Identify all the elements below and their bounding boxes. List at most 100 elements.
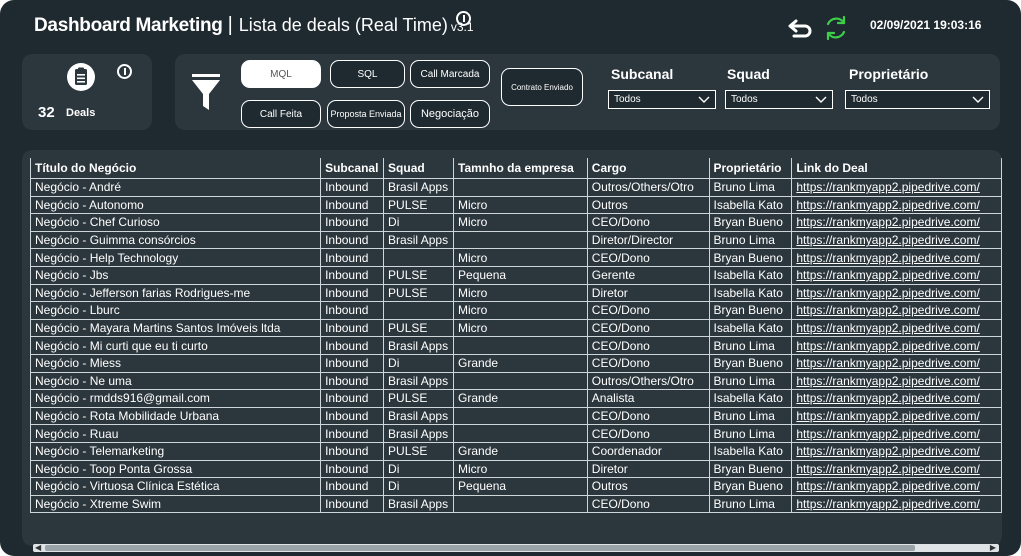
table-cell: PULSE [383, 441, 455, 460]
funnel-icon [192, 74, 220, 110]
deal-link[interactable]: https://rankmyapp2.pipedrive.com/ [791, 441, 1002, 460]
column-header[interactable]: Título do Negócio [29, 158, 322, 179]
table-cell [383, 248, 455, 267]
subcanal-label: Subcanal [611, 66, 674, 82]
table-cell: Bruno Lima [709, 336, 793, 355]
undo-arrow-icon[interactable] [788, 18, 814, 38]
deal-link[interactable]: https://rankmyapp2.pipedrive.com/ [791, 301, 1002, 320]
scrollbar-thumb[interactable] [45, 545, 915, 551]
column-header[interactable]: Squad [383, 158, 455, 179]
table-cell: Inbound [320, 406, 385, 425]
refresh-icon[interactable] [822, 14, 850, 42]
table-cell: Outros/Others/Otro [587, 371, 710, 390]
table-cell: PULSE [383, 283, 455, 302]
table-cell: Negócio - Xtreme Swim [29, 494, 322, 514]
deal-link[interactable]: https://rankmyapp2.pipedrive.com/ [791, 371, 1002, 390]
chevron-down-icon [698, 96, 710, 103]
deal-link[interactable]: https://rankmyapp2.pipedrive.com/ [791, 459, 1002, 478]
deal-link[interactable]: https://rankmyapp2.pipedrive.com/ [791, 336, 1002, 355]
title-separator: | [227, 14, 233, 36]
table-cell: Bryan Bueno [709, 477, 793, 496]
squad-label: Squad [727, 66, 770, 82]
table-row: Negócio - rmdds916@gmail.com Inbound PULSE… [29, 389, 1002, 408]
deal-link[interactable]: https://rankmyapp2.pipedrive.com/ [791, 318, 1002, 337]
deal-link[interactable]: https://rankmyapp2.pipedrive.com/ [791, 406, 1002, 425]
proprietario-value: Todos [851, 94, 878, 105]
deal-link[interactable]: https://rankmyapp2.pipedrive.com/ [791, 283, 1002, 302]
table-cell: PULSE [383, 195, 455, 214]
deal-link[interactable]: https://rankmyapp2.pipedrive.com/ [791, 213, 1002, 232]
table-cell: Analista [587, 389, 710, 408]
deal-link[interactable]: https://rankmyapp2.pipedrive.com/ [791, 494, 1002, 514]
table-cell: Bryan Bueno [709, 248, 793, 267]
deal-link[interactable]: https://rankmyapp2.pipedrive.com/ [791, 230, 1002, 249]
negociacao-button[interactable]: Negociação [410, 100, 490, 128]
table-cell [453, 230, 588, 249]
squad-dropdown[interactable]: Todos [725, 90, 833, 109]
table-cell: Brasil Apps [383, 406, 455, 425]
table-cell: Brasil Apps [383, 336, 455, 355]
horizontal-scrollbar[interactable]: ◀ ▶ [33, 543, 999, 552]
table-cell: Inbound [320, 389, 385, 408]
table-cell: Diretor [587, 459, 710, 478]
proprietario-dropdown[interactable]: Todos [845, 90, 990, 109]
deal-link[interactable]: https://rankmyapp2.pipedrive.com/ [791, 353, 1002, 373]
table-cell: Inbound [320, 230, 385, 249]
table-cell: Micro [453, 213, 588, 232]
table-cell: CEO/Dono [587, 353, 710, 373]
table-body: Negócio - André Inbound Brasil Apps Outros/… [29, 178, 1002, 514]
table-cell: Negócio - Ruau [29, 424, 322, 443]
table-cell: Isabella Kato [709, 195, 793, 214]
table-cell: CEO/Dono [587, 424, 710, 443]
sql-button[interactable]: SQL [330, 60, 405, 88]
table-cell: Negócio - Guimma consórcios [29, 230, 322, 249]
table-cell: Outros/Others/Otro [587, 178, 710, 197]
table-cell: Di [383, 477, 455, 496]
deal-link[interactable]: https://rankmyapp2.pipedrive.com/ [791, 389, 1002, 408]
proposta-enviada-button[interactable]: Proposta Enviada [327, 100, 405, 128]
table-cell: Brasil Apps [383, 178, 455, 197]
table-cell: Inbound [320, 301, 385, 320]
table-cell [453, 336, 588, 355]
table-cell: PULSE [383, 389, 455, 408]
table-row: Negócio - Rota Mobilidade Urbana Inbound B… [29, 406, 1002, 425]
column-header[interactable]: Cargo [587, 158, 710, 179]
column-header[interactable]: Link do Deal [791, 158, 1002, 179]
table-cell: Inbound [320, 424, 385, 443]
table-cell: Bryan Bueno [709, 353, 793, 373]
table-cell: Negócio - Chef Curioso [29, 213, 322, 232]
call-marcada-button[interactable]: Call Marcada [410, 60, 490, 88]
page-title: Dashboard Marketing | Lista de deals (Re… [34, 14, 474, 42]
dashboard-frame: Dashboard Marketing | Lista de deals (Re… [0, 0, 1021, 556]
deal-link[interactable]: https://rankmyapp2.pipedrive.com/ [791, 477, 1002, 496]
scroll-right-arrow-icon[interactable]: ▶ [990, 543, 996, 552]
deal-link[interactable]: https://rankmyapp2.pipedrive.com/ [791, 195, 1002, 214]
subcanal-dropdown[interactable]: Todos [608, 90, 716, 109]
deal-link[interactable]: https://rankmyapp2.pipedrive.com/ [791, 178, 1002, 197]
column-header[interactable]: Proprietário [709, 158, 793, 179]
scroll-left-arrow-icon[interactable]: ◀ [35, 543, 41, 552]
table-cell: CEO/Dono [587, 318, 710, 337]
deal-link[interactable]: https://rankmyapp2.pipedrive.com/ [791, 424, 1002, 443]
table-cell: Negócio - Help Technology [29, 248, 322, 267]
datetime-label: 02/09/2021 19:03:16 [870, 18, 982, 32]
table-cell: Pequena [453, 477, 588, 496]
table-cell: Grande [453, 441, 588, 460]
deal-link[interactable]: https://rankmyapp2.pipedrive.com/ [791, 265, 1002, 285]
table-cell: CEO/Dono [587, 406, 710, 425]
info-icon[interactable] [456, 11, 471, 26]
deal-link[interactable]: https://rankmyapp2.pipedrive.com/ [791, 248, 1002, 267]
mql-button[interactable]: MQL [241, 60, 321, 88]
call-feita-button[interactable]: Call Feita [241, 100, 321, 128]
table-cell: Gerente [587, 265, 710, 285]
column-header[interactable]: Subcanal [320, 158, 385, 179]
table-cell: Bryan Bueno [709, 301, 793, 320]
table-cell: Bruno Lima [709, 406, 793, 425]
table-cell: CEO/Dono [587, 213, 710, 232]
table-row: Negócio - André Inbound Brasil Apps Outros/… [29, 178, 1002, 197]
column-header[interactable]: Tamnho da empresa [453, 158, 588, 179]
kpi-info-icon[interactable] [117, 64, 132, 79]
table-cell: Grande [453, 389, 588, 408]
table-cell: Brasil Apps [383, 371, 455, 390]
contrato-enviado-button[interactable]: Contrato Enviado [501, 68, 583, 106]
